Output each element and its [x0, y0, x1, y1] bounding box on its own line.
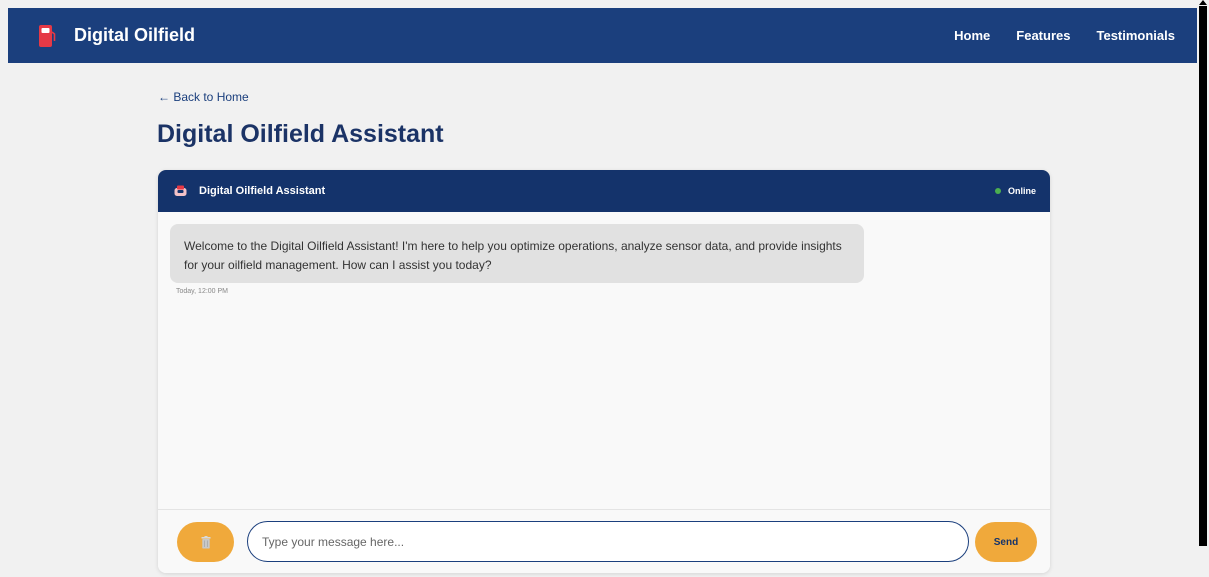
chat-title: Digital Oilfield Assistant [199, 185, 326, 197]
scroll-up-arrow-icon[interactable] [1199, 0, 1207, 5]
fuel-pump-icon [39, 24, 56, 47]
clear-chat-button[interactable] [177, 522, 234, 562]
message-input[interactable] [247, 521, 969, 562]
status-text: Online [1007, 186, 1036, 196]
chat-panel: Digital Oilfield Assistant Online Welcom… [158, 170, 1050, 573]
fuel-pump-icon [174, 185, 187, 196]
online-status-dot-icon [994, 188, 1001, 194]
main-nav: Home Features Testimonials [928, 28, 1175, 43]
top-navbar: Digital Oilfield Home Features Testimoni… [8, 8, 1197, 63]
scroll-thumb[interactable] [1199, 6, 1207, 546]
message-timestamp: Today, 12:00 PM [176, 288, 229, 295]
chat-input-bar: Send [158, 509, 1050, 573]
chat-header: Digital Oilfield Assistant Online [158, 170, 1050, 212]
brand[interactable]: Digital Oilfield [38, 24, 195, 48]
brand-name: Digital Oilfield [74, 25, 196, 45]
trash-icon [201, 535, 210, 548]
send-button[interactable]: Send [975, 522, 1037, 562]
page-title: Digital Oilfield Assistant [157, 120, 444, 148]
page-scrollbar[interactable] [1197, 0, 1209, 577]
back-to-home-link[interactable]: ← Back to Home [158, 90, 249, 104]
assistant-message-bubble: Welcome to the Digital Oilfield Assistan… [170, 224, 864, 283]
nav-link-testimonials[interactable]: Testimonials [1096, 28, 1175, 43]
nav-link-features[interactable]: Features [1016, 28, 1070, 43]
nav-link-home[interactable]: Home [954, 28, 990, 43]
status-indicator: Online [994, 186, 1036, 196]
message-list[interactable]: Welcome to the Digital Oilfield Assistan… [158, 212, 1050, 509]
